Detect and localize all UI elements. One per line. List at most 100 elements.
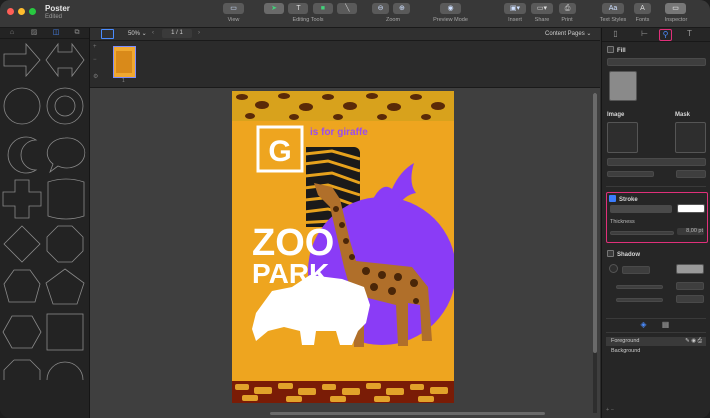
image-mode-select[interactable] <box>607 158 706 166</box>
text-styles-button[interactable]: Aa <box>602 3 624 14</box>
fill-type-select[interactable] <box>607 58 706 66</box>
page-thumbnail[interactable] <box>113 46 136 78</box>
shadow-color-well[interactable] <box>676 264 704 274</box>
image-well[interactable] <box>607 122 638 153</box>
banner-shape[interactable] <box>47 178 85 220</box>
stroke-checkbox[interactable] <box>609 195 616 202</box>
share-icon: ▭▾ <box>536 5 548 12</box>
fill-color-well[interactable] <box>609 71 637 101</box>
canvas-area[interactable]: G is for giraffe ZOO PARK <box>90 88 600 418</box>
shadow-checkbox[interactable] <box>607 250 614 257</box>
image-opacity-slider[interactable] <box>607 171 654 177</box>
crescent-shape[interactable] <box>7 136 38 174</box>
zoom-window-button[interactable] <box>29 8 36 15</box>
page-layout-icon[interactable] <box>101 29 114 39</box>
poster-page[interactable]: G is for giraffe ZOO PARK <box>232 91 454 403</box>
arrow-right-shape[interactable] <box>3 42 41 78</box>
leopard-band-top[interactable] <box>232 91 454 121</box>
line-icon: ╲ <box>345 5 350 12</box>
image-opacity-field[interactable] <box>676 170 706 178</box>
circle-shape[interactable] <box>3 87 41 125</box>
tab-objects-icon[interactable]: ⧉ <box>73 29 81 37</box>
gear-icon[interactable]: ⚙ <box>93 73 98 80</box>
inspector-button[interactable]: ▭ <box>665 3 686 14</box>
insert-button[interactable]: ▣▾ <box>504 3 526 14</box>
document-inspector-icon[interactable]: ▯ <box>610 29 621 39</box>
heptagon-shape[interactable] <box>3 269 41 303</box>
tab-images-icon[interactable]: ▨ <box>30 29 38 37</box>
rounded-octagon-shape[interactable] <box>3 359 41 380</box>
speech-bubble-shape[interactable] <box>46 137 86 174</box>
fonts-button[interactable]: A <box>634 3 651 14</box>
layout-inspector-icon[interactable]: ⊢ <box>639 29 650 39</box>
shadow-angle-field[interactable] <box>622 266 650 274</box>
grid-icon[interactable]: ▦ <box>660 320 671 330</box>
zoom-in-button[interactable]: ⊕ <box>393 3 411 14</box>
canvas-header-bar: 50% ⌄ ‹ 1 / 1 › Content Pages ⌄ <box>90 28 600 41</box>
stroke-style-select[interactable] <box>610 205 672 213</box>
print-label: Print <box>561 17 573 23</box>
line-tool-button[interactable]: ╲ <box>337 3 358 14</box>
text-icon: T <box>296 5 301 12</box>
shadow-blur-field[interactable] <box>676 295 704 303</box>
giraffe-band-bottom[interactable] <box>232 381 454 403</box>
shadow-offset-field[interactable] <box>676 282 704 290</box>
style-inspector-icon[interactable]: ⚲ <box>659 29 672 41</box>
print-button[interactable]: ⎙ <box>559 3 576 14</box>
tab-shapes-icon[interactable]: ◫ <box>52 29 60 37</box>
inspector-icon: ▭ <box>672 5 679 12</box>
thickness-label: Thickness <box>610 219 635 225</box>
add-page-icon[interactable]: + <box>93 44 97 50</box>
diamond-shape[interactable] <box>3 225 41 263</box>
layer-row-background[interactable]: Background <box>606 347 706 356</box>
close-window-button[interactable] <box>7 8 14 15</box>
insert-label: Insert <box>508 17 522 23</box>
zoom-select[interactable]: 50% ⌄ <box>128 30 147 37</box>
zoom-out-icon: ⊖ <box>377 5 384 12</box>
stroke-color-well[interactable] <box>677 204 705 213</box>
circle-shape-2[interactable] <box>46 361 84 380</box>
layers-icon[interactable]: ◈ <box>638 320 649 330</box>
double-arrow-shape[interactable] <box>45 42 85 78</box>
tab-home-icon[interactable]: ⌂ <box>8 29 16 37</box>
shadow-offset-slider[interactable] <box>616 285 663 289</box>
mask-well[interactable] <box>675 122 706 153</box>
poster-letter[interactable]: G <box>268 135 291 168</box>
remove-page-icon[interactable]: − <box>93 57 97 63</box>
shadow-angle-dial[interactable] <box>609 264 618 273</box>
thickness-field[interactable]: 8,00 pt <box>677 228 704 235</box>
poster-tagline[interactable]: is for giraffe <box>310 127 368 138</box>
minimize-window-button[interactable] <box>18 8 25 15</box>
add-layer-icon[interactable]: + − <box>606 407 614 413</box>
layer-row-foreground[interactable]: Foreground ✎ ◉ ⎙ <box>606 337 706 346</box>
inspector-label: Inspector <box>664 17 688 23</box>
next-page-button[interactable]: › <box>198 30 200 36</box>
image-label: Image <box>607 112 625 118</box>
fill-checkbox[interactable] <box>607 46 614 53</box>
shape-tool-button[interactable]: ■ <box>312 3 333 14</box>
thickness-slider[interactable] <box>610 231 674 235</box>
zoom-out-button[interactable]: ⊖ <box>372 3 389 14</box>
pentagon-shape[interactable] <box>45 268 85 305</box>
stroke-title: Stroke <box>609 195 638 203</box>
hexagon-shape[interactable] <box>2 315 42 349</box>
square-shape[interactable] <box>46 313 84 351</box>
previous-page-button[interactable]: ‹ <box>152 30 154 36</box>
insert-icon: ▣▾ <box>509 5 521 12</box>
vertical-scrollbar[interactable] <box>593 93 597 413</box>
cross-shape[interactable] <box>2 179 42 219</box>
layer-tools-icon[interactable]: ✎ ◉ ⎙ <box>685 337 702 346</box>
pointer-tool-button[interactable]: ➤ <box>264 3 284 14</box>
text-tool-button[interactable]: T <box>288 3 309 14</box>
ring-shape[interactable] <box>46 87 84 125</box>
pages-mode-select[interactable]: Content Pages ⌄ <box>545 30 591 37</box>
view-button[interactable]: ▭ <box>223 3 244 14</box>
vertical-scroll-thumb[interactable] <box>593 93 597 353</box>
preview-mode-button[interactable]: ◉ <box>440 3 461 14</box>
octagon-shape[interactable] <box>46 225 84 263</box>
horizontal-scrollbar[interactable] <box>270 412 545 415</box>
fill-label: Fill <box>617 48 626 54</box>
shadow-blur-slider[interactable] <box>616 298 663 302</box>
share-button[interactable]: ▭▾ <box>531 3 553 14</box>
text-inspector-icon[interactable]: T <box>684 29 695 39</box>
